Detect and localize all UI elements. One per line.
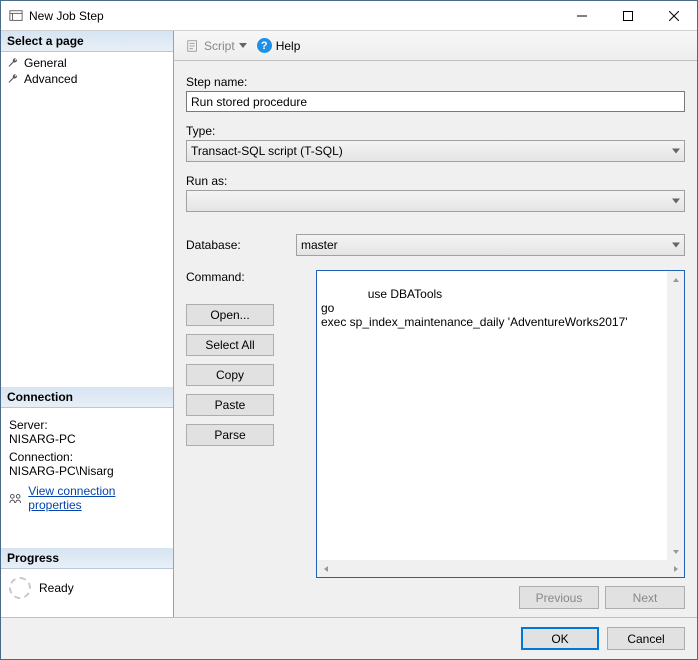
minimize-button[interactable] — [559, 1, 605, 30]
open-button[interactable]: Open... — [186, 304, 274, 326]
next-button: Next — [605, 586, 685, 609]
connection-label: Connection: — [9, 450, 165, 464]
type-label: Type: — [186, 124, 685, 138]
scroll-left-icon — [317, 560, 334, 577]
window-title: New Job Step — [29, 9, 104, 23]
connection-value: NISARG-PC\Nisarg — [9, 464, 165, 478]
help-icon: ? — [257, 38, 272, 53]
app-icon — [9, 9, 23, 23]
copy-button[interactable]: Copy — [186, 364, 274, 386]
main-panel: Script ? Help Step name: Type: Transact-… — [173, 31, 697, 617]
progress-header: Progress — [1, 548, 173, 569]
page-label: General — [24, 56, 67, 70]
command-label: Command: — [186, 270, 296, 284]
progress-status: Ready — [39, 581, 74, 595]
connection-header: Connection — [1, 387, 173, 408]
titlebar: New Job Step — [1, 1, 697, 31]
type-value: Transact-SQL script (T-SQL) — [191, 144, 343, 158]
scroll-down-icon — [667, 543, 684, 560]
chevron-down-icon — [239, 43, 247, 48]
run-as-label: Run as: — [186, 174, 685, 188]
connection-icon — [9, 492, 22, 504]
dialog-window: New Job Step Select a page General Advan… — [0, 0, 698, 660]
progress-spinner-icon — [9, 577, 31, 599]
page-general[interactable]: General — [7, 55, 173, 71]
maximize-button[interactable] — [605, 1, 651, 30]
command-textarea[interactable]: use DBATools go exec sp_index_maintenanc… — [316, 270, 685, 578]
help-label: Help — [276, 39, 301, 53]
run-as-select[interactable] — [186, 190, 685, 212]
close-button[interactable] — [651, 1, 697, 30]
wrench-icon — [7, 73, 19, 85]
wrench-icon — [7, 57, 19, 69]
chevron-down-icon — [672, 243, 680, 248]
server-value: NISARG-PC — [9, 432, 165, 446]
help-button[interactable]: ? Help — [257, 38, 301, 53]
vertical-scrollbar[interactable] — [667, 271, 684, 560]
page-advanced[interactable]: Advanced — [7, 71, 173, 87]
toolbar: Script ? Help — [174, 31, 697, 61]
paste-button[interactable]: Paste — [186, 394, 274, 416]
ok-button[interactable]: OK — [521, 627, 599, 650]
database-value: master — [301, 238, 338, 252]
sidebar: Select a page General Advanced Connectio… — [1, 31, 173, 617]
select-all-button[interactable]: Select All — [186, 334, 274, 356]
database-label: Database: — [186, 238, 266, 252]
server-label: Server: — [9, 418, 165, 432]
page-label: Advanced — [24, 72, 77, 86]
select-page-header: Select a page — [1, 31, 173, 52]
parse-button[interactable]: Parse — [186, 424, 274, 446]
chevron-down-icon — [672, 199, 680, 204]
scroll-right-icon — [667, 560, 684, 577]
script-label: Script — [204, 39, 235, 53]
type-select[interactable]: Transact-SQL script (T-SQL) — [186, 140, 685, 162]
previous-button: Previous — [519, 586, 599, 609]
step-name-label: Step name: — [186, 75, 685, 89]
scroll-up-icon — [667, 271, 684, 288]
view-connection-properties-link[interactable]: View connection properties — [28, 484, 165, 512]
command-text: use DBATools go exec sp_index_maintenanc… — [321, 287, 628, 329]
script-button[interactable]: Script — [182, 37, 251, 55]
horizontal-scrollbar[interactable] — [317, 560, 684, 577]
dialog-footer: OK Cancel — [1, 617, 697, 659]
cancel-button[interactable]: Cancel — [607, 627, 685, 650]
chevron-down-icon — [672, 149, 680, 154]
step-name-input[interactable] — [186, 91, 685, 112]
database-select[interactable]: master — [296, 234, 685, 256]
script-icon — [186, 39, 200, 53]
